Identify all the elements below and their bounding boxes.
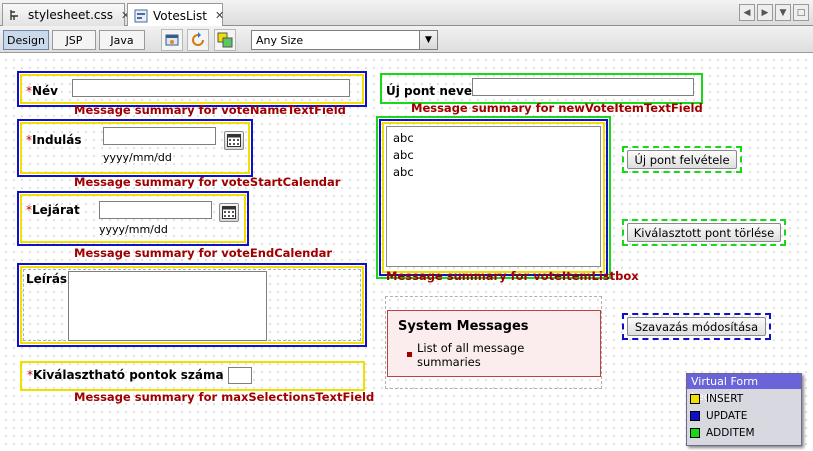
- design-canvas: *Név Message summary for voteNameTextFie…: [0, 54, 813, 451]
- legend-label: UPDATE: [706, 410, 748, 422]
- refresh-icon[interactable]: [187, 29, 209, 51]
- vote-start-group[interactable]: *Indulás yyyy/mm/dd: [17, 119, 253, 177]
- preview-in-browser-icon[interactable]: [161, 29, 183, 51]
- vote-name-label-text: Név: [32, 84, 59, 98]
- tab-stylesheet-css[interactable]: stylesheet.css ✕: [2, 3, 130, 26]
- description-textarea[interactable]: [68, 271, 267, 341]
- vote-start-label-text: Indulás: [32, 133, 82, 147]
- vote-end-label-text: Lejárat: [32, 203, 80, 217]
- calendar-icon[interactable]: [219, 203, 239, 222]
- vote-name-input[interactable]: [72, 79, 350, 97]
- list-item[interactable]: abc: [393, 147, 594, 164]
- date-format-hint: yyyy/mm/dd: [99, 223, 168, 236]
- legend-row-update: UPDATE: [690, 410, 747, 422]
- vote-end-message: Message summary for voteEndCalendar: [74, 246, 332, 260]
- vote-end-label: *Lejárat: [26, 203, 80, 217]
- vote-start-input[interactable]: [103, 127, 216, 145]
- tab-label: VotesList: [153, 8, 207, 23]
- system-messages-title: System Messages: [398, 319, 529, 334]
- show-virtual-forms-icon[interactable]: [214, 29, 236, 51]
- jsp-view-button[interactable]: JSP: [52, 30, 96, 50]
- max-selections-label-text: Kiválasztható pontok száma: [33, 368, 224, 382]
- designer-toolbar: Design JSP Java Any Size ▼: [0, 26, 813, 53]
- vote-name-label: *Név: [26, 84, 58, 98]
- description-group[interactable]: Leírás: [17, 263, 367, 347]
- description-label: Leírás: [26, 272, 68, 286]
- new-item-input[interactable]: [472, 78, 694, 96]
- system-messages-panel: System Messages List of all message summ…: [387, 310, 601, 377]
- new-item-message: Message summary for newVoteItemTextField: [411, 101, 703, 115]
- vote-items-message: Message summary for voteItemListbox: [386, 269, 639, 283]
- chevron-down-icon[interactable]: ▼: [419, 31, 437, 49]
- vote-items-listbox[interactable]: abc abc abc: [386, 126, 601, 267]
- legend-title: Virtual Form Legend: [687, 374, 801, 403]
- scroll-right-icon[interactable]: ▶: [757, 4, 773, 21]
- close-icon[interactable]: ✕: [215, 9, 224, 22]
- list-item[interactable]: abc: [393, 130, 594, 147]
- vote-name-message: Message summary for voteNameTextField: [74, 103, 346, 117]
- tab-label: stylesheet.css: [28, 8, 114, 22]
- calendar-icon[interactable]: [224, 131, 244, 150]
- target-size-select[interactable]: Any Size ▼: [251, 30, 438, 50]
- new-item-label: Új pont neve:: [386, 84, 477, 98]
- java-view-button[interactable]: Java: [99, 30, 145, 50]
- max-selections-group[interactable]: *Kiválasztható pontok száma: [20, 361, 365, 391]
- list-item[interactable]: abc: [393, 164, 594, 181]
- bullet-icon: [407, 352, 412, 357]
- legend-row-insert: INSERT: [690, 393, 743, 405]
- legend-label: INSERT: [706, 393, 744, 405]
- new-item-group[interactable]: Új pont neve:: [380, 73, 703, 104]
- vote-name-group[interactable]: *Név: [17, 71, 367, 107]
- editor-tab-strip: stylesheet.css ✕ VotesList ✕ ◀ ▶ ▼ □: [0, 0, 813, 27]
- max-selections-input[interactable]: [228, 367, 252, 384]
- add-item-button[interactable]: Új pont felvétele: [627, 150, 737, 169]
- system-messages-item: List of all message summaries: [417, 341, 525, 369]
- design-view-button[interactable]: Design: [3, 30, 49, 50]
- vote-start-message: Message summary for voteStartCalendar: [74, 175, 341, 189]
- modify-vote-button[interactable]: Szavazás módosítása: [627, 317, 766, 336]
- maximize-icon[interactable]: □: [793, 4, 809, 21]
- delete-selected-item-button[interactable]: Kiválasztott pont törlése: [627, 223, 781, 242]
- size-select-value: Any Size: [256, 33, 304, 47]
- scroll-left-icon[interactable]: ◀: [739, 4, 755, 21]
- virtual-form-legend[interactable]: Virtual Form Legend INSERT UPDATE ADDITE…: [686, 373, 802, 446]
- vote-items-group[interactable]: abc abc abc: [376, 116, 611, 279]
- vote-end-input[interactable]: [99, 201, 212, 219]
- css-file-icon: [9, 8, 23, 22]
- max-selections-message: Message summary for maxSelectionsTextFie…: [74, 390, 375, 404]
- additem-swatch-icon: [690, 428, 700, 438]
- insert-swatch-icon: [690, 394, 700, 404]
- legend-label: ADDITEM: [706, 427, 755, 439]
- tab-list-dropdown-icon[interactable]: ▼: [775, 4, 791, 21]
- legend-row-additem: ADDITEM: [690, 427, 755, 439]
- date-format-hint: yyyy/mm/dd: [103, 151, 172, 164]
- jsp-page-icon: [134, 9, 148, 23]
- vote-start-label: *Indulás: [26, 133, 82, 147]
- tab-voteslist[interactable]: VotesList ✕: [127, 3, 224, 27]
- max-selections-label: *Kiválasztható pontok száma: [27, 368, 224, 382]
- update-swatch-icon: [690, 411, 700, 421]
- tab-navigation: ◀ ▶ ▼ □: [739, 4, 809, 21]
- vote-end-group[interactable]: *Lejárat yyyy/mm/dd: [17, 191, 249, 246]
